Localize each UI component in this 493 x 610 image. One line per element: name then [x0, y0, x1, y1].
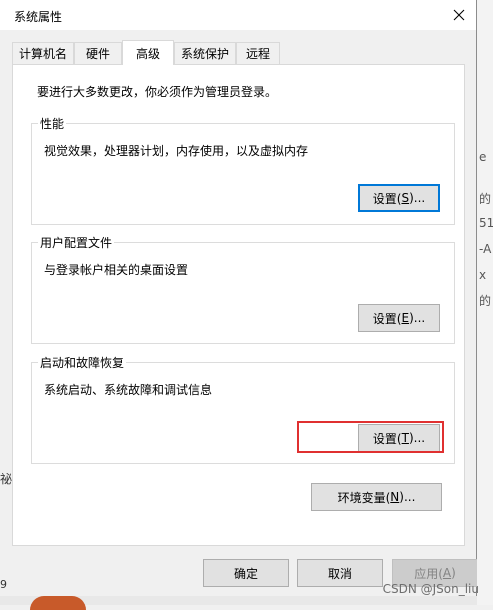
- tab-label: 计算机名: [18, 47, 67, 61]
- close-button[interactable]: [446, 2, 472, 28]
- performance-description: 视觉效果，处理器计划，内存使用，以及虚拟内存: [44, 144, 309, 158]
- watermark: CSDN @JSon_liu: [382, 582, 479, 596]
- startup-recovery-description: 系统启动、系统故障和调试信息: [44, 383, 213, 397]
- tab-hardware[interactable]: 硬件: [74, 42, 122, 64]
- background-text-fragment: 9: [0, 578, 7, 591]
- tab-label: 高级: [135, 46, 160, 61]
- tab-label: 系统保护: [180, 47, 229, 61]
- system-properties-dialog: 系统属性 计算机名 硬件 高级 系统保护 远程 要进行大多数更改，你必须作为管理…: [0, 0, 478, 605]
- tab-system-protection[interactable]: 系统保护: [174, 42, 236, 64]
- performance-settings-button[interactable]: 设置(S)...: [358, 184, 440, 212]
- window-title: 系统属性: [14, 10, 63, 24]
- background-text-fragment: 祕: [0, 472, 13, 486]
- user-profiles-settings-button[interactable]: 设置(E)...: [358, 304, 440, 332]
- user-profiles-group: 用户配置文件 与登录帐户相关的桌面设置 设置(E)...: [31, 234, 455, 344]
- startup-recovery-legend: 启动和故障恢复: [38, 354, 127, 371]
- background-window-edge: e 的 51 -A x 的: [477, 0, 493, 605]
- background-text-fragment: -A: [479, 242, 492, 256]
- admin-note: 要进行大多数更改，你必须作为管理员登录。: [37, 85, 278, 99]
- ok-button[interactable]: 确定: [203, 559, 289, 587]
- cancel-button[interactable]: 取消: [297, 559, 383, 587]
- user-profiles-description: 与登录帐户相关的桌面设置: [44, 263, 189, 277]
- close-icon: [453, 9, 465, 21]
- background-text-fragment: 的: [479, 192, 492, 206]
- performance-legend: 性能: [38, 115, 67, 132]
- background-orange-shape: [30, 596, 86, 610]
- environment-variables-button[interactable]: 环境变量(N)...: [311, 483, 442, 511]
- background-text-fragment: e: [479, 150, 487, 164]
- tab-advanced[interactable]: 高级: [122, 40, 174, 65]
- tab-computer-name[interactable]: 计算机名: [12, 42, 74, 64]
- environment-variables-highlight: [297, 421, 444, 453]
- title-bar: 系统属性: [0, 0, 476, 30]
- background-text-fragment: 51: [479, 216, 493, 230]
- user-profiles-legend: 用户配置文件: [38, 234, 115, 251]
- advanced-tab-panel: 要进行大多数更改，你必须作为管理员登录。 性能 视觉效果，处理器计划，内存使用，…: [12, 64, 465, 546]
- tab-label: 硬件: [85, 47, 110, 61]
- background-text-fragment: x: [479, 268, 487, 282]
- performance-group: 性能 视觉效果，处理器计划，内存使用，以及虚拟内存 设置(S)...: [31, 115, 455, 225]
- tab-label: 远程: [245, 47, 270, 61]
- tab-remote[interactable]: 远程: [236, 42, 280, 64]
- background-text-fragment: 的: [479, 294, 492, 308]
